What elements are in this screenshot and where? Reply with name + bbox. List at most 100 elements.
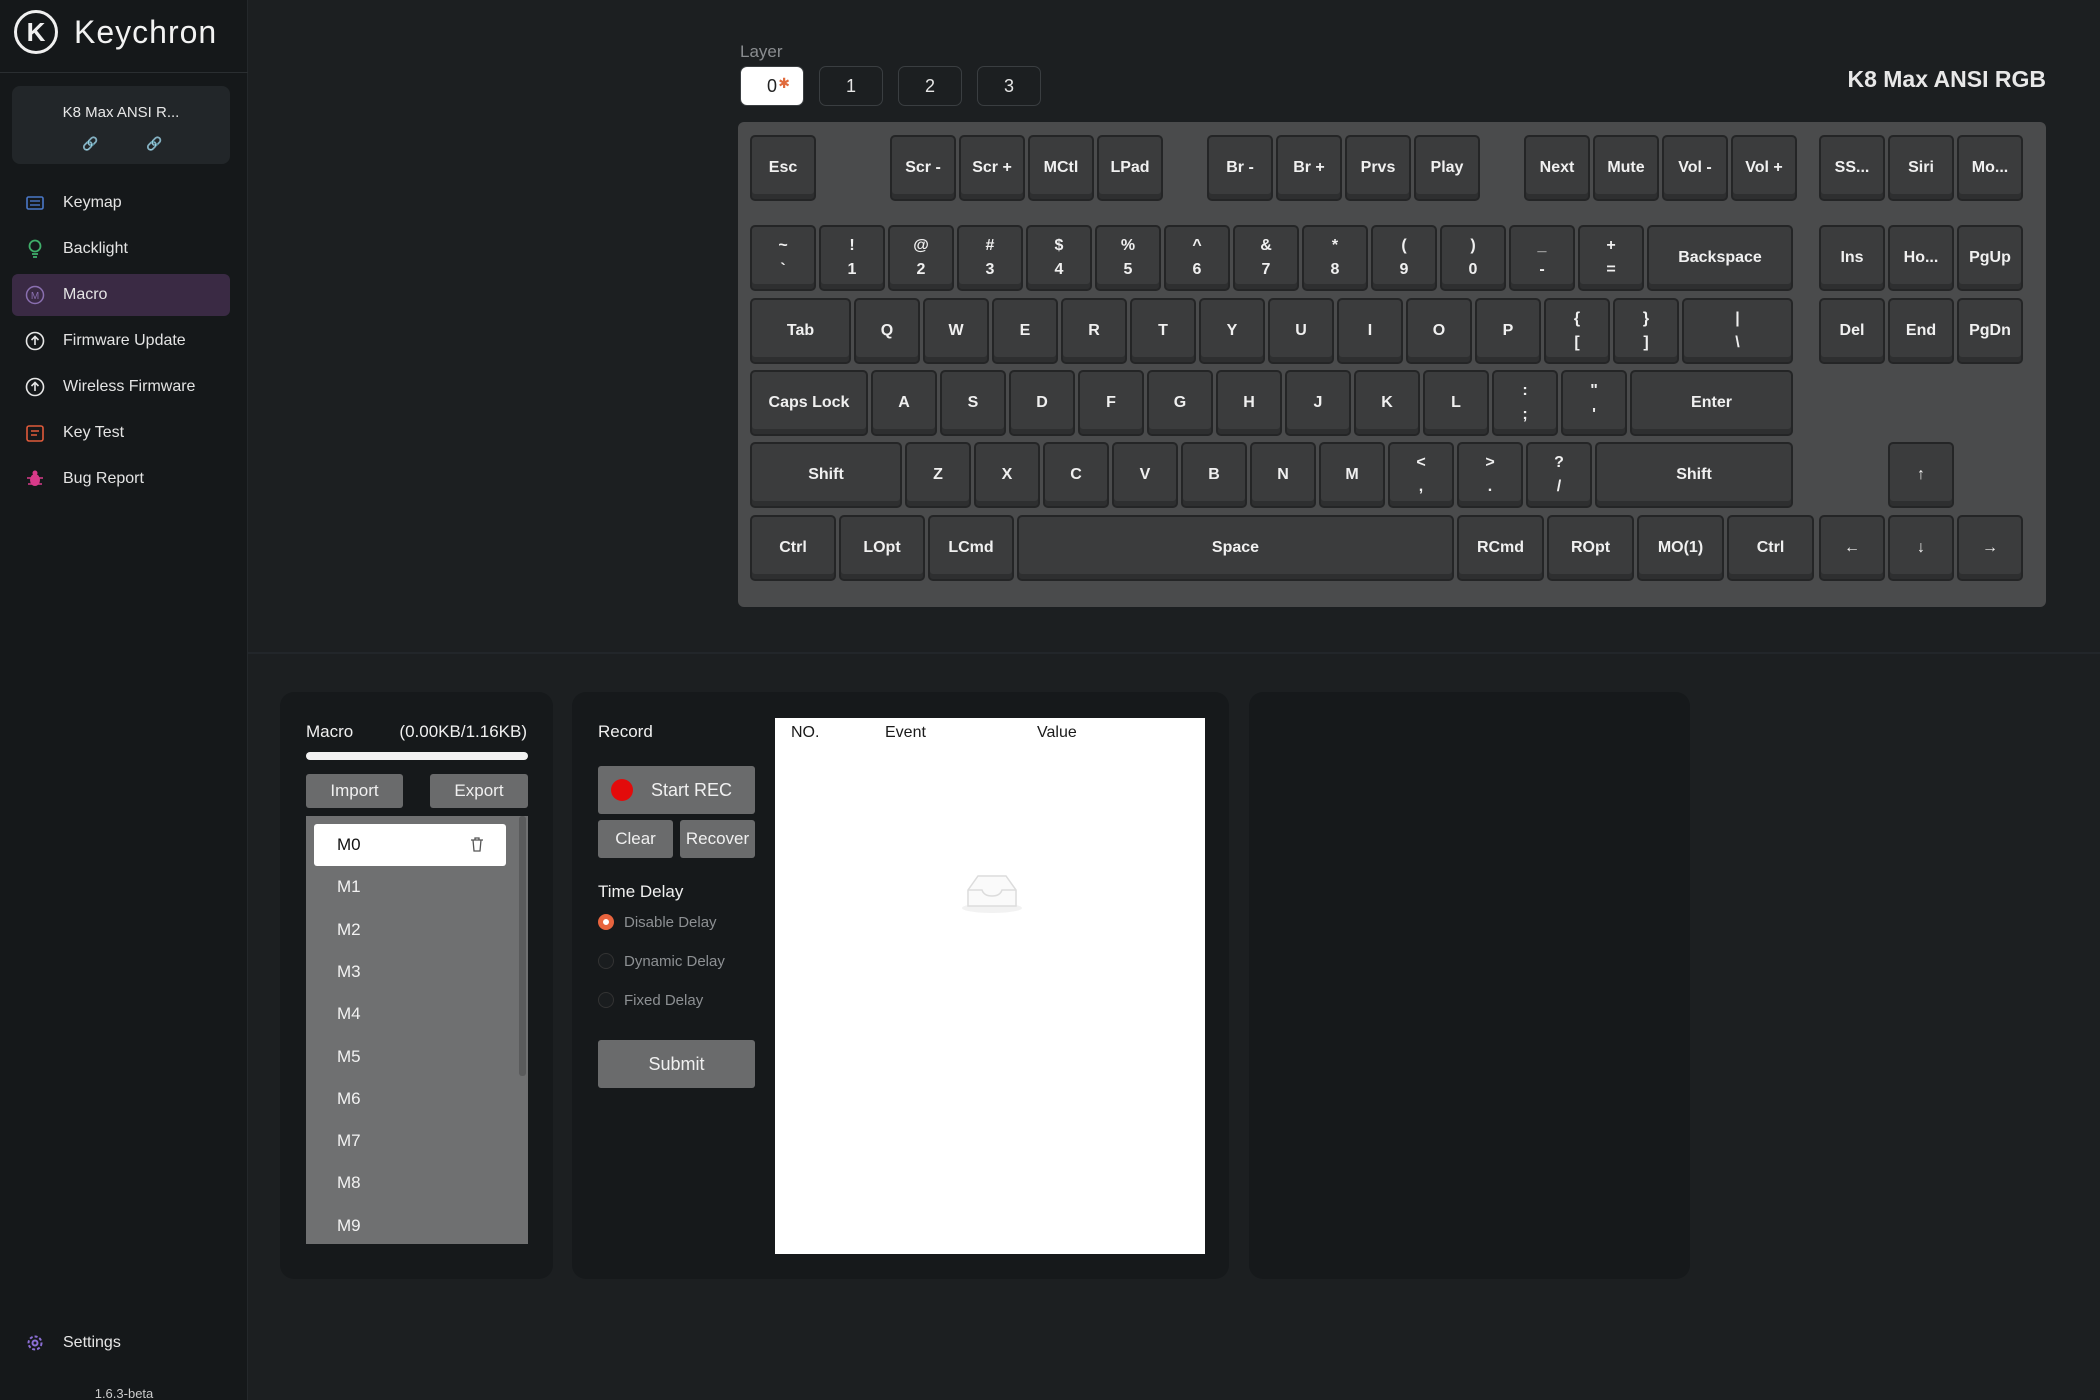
key-f[interactable]: F: [1078, 370, 1144, 436]
radio-disable-delay[interactable]: Disable Delay: [598, 912, 717, 932]
key-w[interactable]: W: [923, 298, 989, 364]
start-rec-button[interactable]: Start REC: [598, 766, 755, 814]
key-br[interactable]: Br +: [1276, 135, 1342, 201]
key-backspace[interactable]: Backspace: [1647, 225, 1793, 291]
key-symbol-46[interactable]: | \: [1682, 298, 1793, 364]
sidebar-item-keymap[interactable]: Keymap: [12, 182, 230, 224]
macro-item-m5[interactable]: M5: [314, 1036, 506, 1078]
key-symbol-86[interactable]: →: [1957, 515, 2023, 581]
key-next[interactable]: Next: [1524, 135, 1590, 201]
key-7[interactable]: & 7: [1233, 225, 1299, 291]
sidebar-item-bug-report[interactable]: Bug Report: [12, 458, 230, 500]
key-esc[interactable]: Esc: [750, 135, 816, 201]
key-symbol-75[interactable]: ↑: [1888, 442, 1954, 508]
key-symbol-60[interactable]: :;: [1492, 370, 1558, 436]
key-symbol-84[interactable]: ←: [1819, 515, 1885, 581]
key-mute[interactable]: Mute: [1593, 135, 1659, 201]
key-ho[interactable]: Ho...: [1888, 225, 1954, 291]
macro-item-m8[interactable]: M8: [314, 1162, 506, 1204]
key-symbol-45[interactable]: }]: [1613, 298, 1679, 364]
key-m[interactable]: M: [1319, 442, 1385, 508]
key-z[interactable]: Z: [905, 442, 971, 508]
macro-item-m0[interactable]: M0: [314, 824, 506, 866]
key-rcmd[interactable]: RCmd: [1457, 515, 1544, 581]
unlink-icon[interactable]: 🔗: [146, 136, 162, 152]
key-symbol-61[interactable]: " ': [1561, 370, 1627, 436]
key-scr[interactable]: Scr +: [959, 135, 1025, 201]
trash-icon[interactable]: [470, 836, 484, 857]
key-symbol-72[interactable]: >.: [1457, 442, 1523, 508]
macro-item-m1[interactable]: M1: [314, 866, 506, 908]
link-icon[interactable]: 🔗: [82, 136, 98, 152]
key-pgup[interactable]: PgUp: [1957, 225, 2023, 291]
sidebar-item-key-test[interactable]: Key Test: [12, 412, 230, 454]
clear-button[interactable]: Clear: [598, 820, 673, 858]
key-br[interactable]: Br -: [1207, 135, 1273, 201]
macro-list[interactable]: M0 M1 M2 M3 M4 M5 M6 M7 M8 M9: [306, 816, 528, 1244]
import-button[interactable]: Import: [306, 774, 403, 808]
key-9[interactable]: (9: [1371, 225, 1437, 291]
key-u[interactable]: U: [1268, 298, 1334, 364]
macro-item-m9[interactable]: M9: [314, 1205, 506, 1244]
key-symbol-16[interactable]: ~ `: [750, 225, 816, 291]
key-o[interactable]: O: [1406, 298, 1472, 364]
key-shift[interactable]: Shift: [750, 442, 902, 508]
macro-item-m4[interactable]: M4: [314, 993, 506, 1035]
key-mo[interactable]: Mo...: [1957, 135, 2023, 201]
key-lopt[interactable]: LOpt: [839, 515, 925, 581]
key-symbol-71[interactable]: <,: [1388, 442, 1454, 508]
macro-item-m6[interactable]: M6: [314, 1078, 506, 1120]
key-t[interactable]: T: [1130, 298, 1196, 364]
key-c[interactable]: C: [1043, 442, 1109, 508]
layer-tab-2[interactable]: 2: [898, 66, 962, 106]
key-vol[interactable]: Vol +: [1731, 135, 1797, 201]
key-tab[interactable]: Tab: [750, 298, 851, 364]
key-ropt[interactable]: ROpt: [1547, 515, 1634, 581]
key-h[interactable]: H: [1216, 370, 1282, 436]
key-a[interactable]: A: [871, 370, 937, 436]
radio-fixed-delay[interactable]: Fixed Delay: [598, 990, 703, 1010]
key-symbol-44[interactable]: {[: [1544, 298, 1610, 364]
key-lcmd[interactable]: LCmd: [928, 515, 1014, 581]
key-shift[interactable]: Shift: [1595, 442, 1793, 508]
key-4[interactable]: $4: [1026, 225, 1092, 291]
key-scr[interactable]: Scr -: [890, 135, 956, 201]
key-5[interactable]: % 5: [1095, 225, 1161, 291]
key-i[interactable]: I: [1337, 298, 1403, 364]
key-ins[interactable]: Ins: [1819, 225, 1885, 291]
key-ctrl[interactable]: Ctrl: [1727, 515, 1814, 581]
key-end[interactable]: End: [1888, 298, 1954, 364]
key-lpad[interactable]: LPad: [1097, 135, 1163, 201]
key-8[interactable]: * 8: [1302, 225, 1368, 291]
key-symbol-27[interactable]: _ -: [1509, 225, 1575, 291]
key-caps-lock[interactable]: Caps Lock: [750, 370, 868, 436]
export-button[interactable]: Export: [430, 774, 528, 808]
key-pgdn[interactable]: PgDn: [1957, 298, 2023, 364]
macro-item-m3[interactable]: M3: [314, 951, 506, 993]
key-j[interactable]: J: [1285, 370, 1351, 436]
key-k[interactable]: K: [1354, 370, 1420, 436]
key-enter[interactable]: Enter: [1630, 370, 1793, 436]
key-del[interactable]: Del: [1819, 298, 1885, 364]
device-card[interactable]: K8 Max ANSI R... 🔗 🔗: [12, 86, 230, 164]
key-e[interactable]: E: [992, 298, 1058, 364]
key-b[interactable]: B: [1181, 442, 1247, 508]
key-symbol-85[interactable]: ↓: [1888, 515, 1954, 581]
layer-tab-3[interactable]: 3: [977, 66, 1041, 106]
key-6[interactable]: ^ 6: [1164, 225, 1230, 291]
sidebar-item-firmware-update[interactable]: Firmware Update: [12, 320, 230, 362]
key-mctl[interactable]: MCtl: [1028, 135, 1094, 201]
key-ss[interactable]: SS...: [1819, 135, 1885, 201]
key-siri[interactable]: Siri: [1888, 135, 1954, 201]
sidebar-item-macro[interactable]: M Macro: [12, 274, 230, 316]
key-ctrl[interactable]: Ctrl: [750, 515, 836, 581]
key-play[interactable]: Play: [1414, 135, 1480, 201]
key-g[interactable]: G: [1147, 370, 1213, 436]
radio-dynamic-delay[interactable]: Dynamic Delay: [598, 951, 725, 971]
key-l[interactable]: L: [1423, 370, 1489, 436]
key-d[interactable]: D: [1009, 370, 1075, 436]
key-symbol-28[interactable]: + =: [1578, 225, 1644, 291]
key-q[interactable]: Q: [854, 298, 920, 364]
key-p[interactable]: P: [1475, 298, 1541, 364]
brand[interactable]: K Keychron: [14, 10, 217, 54]
